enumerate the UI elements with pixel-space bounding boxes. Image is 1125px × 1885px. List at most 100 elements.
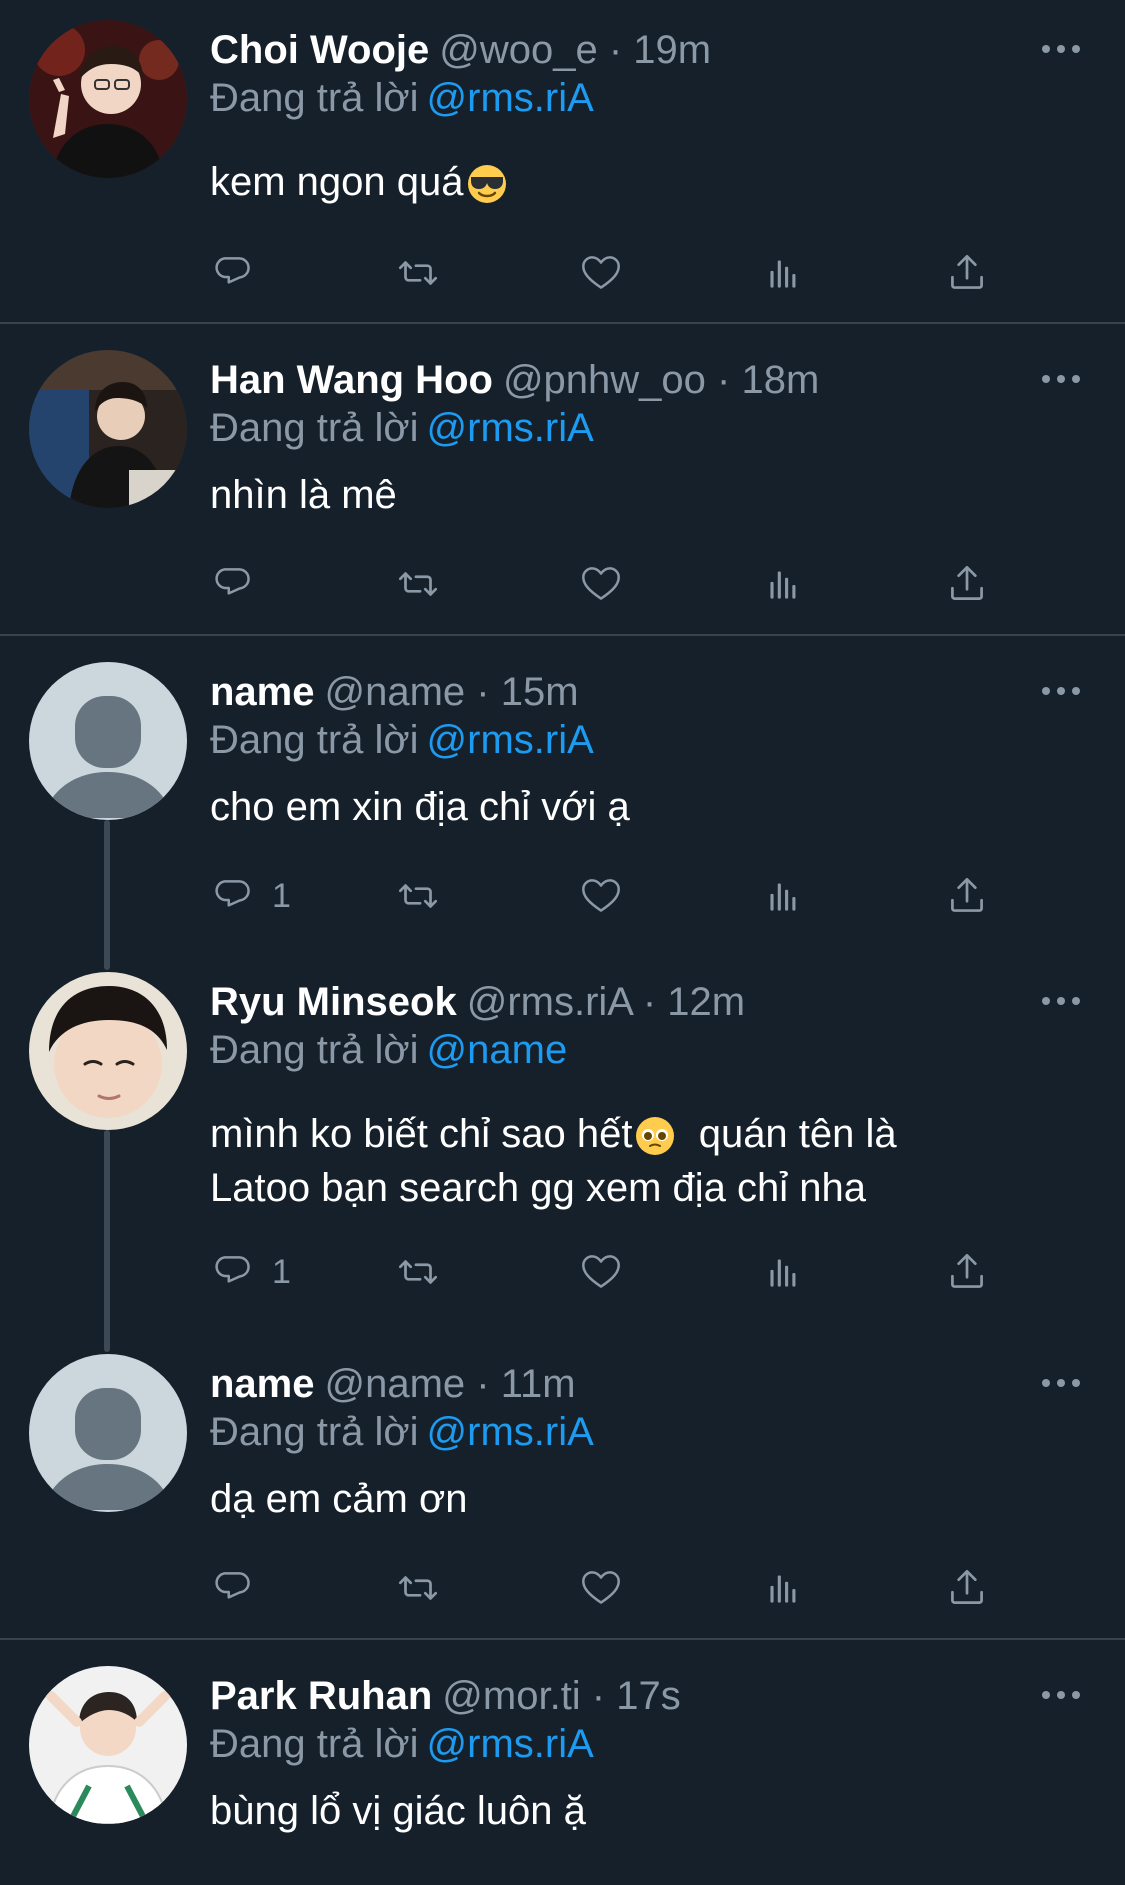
avatar[interactable] (29, 1666, 187, 1824)
mention-link[interactable]: @rms.riA (427, 1410, 594, 1454)
mention-link[interactable]: @rms.riA (427, 406, 594, 450)
retweet-icon (398, 1576, 438, 1600)
heart-icon (582, 256, 620, 289)
share-button[interactable] (942, 1244, 992, 1300)
tweet-text-content: cho em xin địa chỉ với ạ (210, 785, 630, 829)
reply-prefix: Đang trả lời (210, 1722, 419, 1766)
views-button[interactable] (759, 1244, 809, 1300)
avatar[interactable] (29, 1354, 187, 1512)
retweet-button[interactable] (393, 868, 443, 924)
tweet-text: dạ em cảm ơn (210, 1472, 1030, 1526)
retweet-icon (398, 1260, 438, 1284)
reply-context: Đang trả lời @rms.riA (210, 68, 594, 128)
display-name[interactable]: Choi Wooje (210, 28, 429, 72)
retweet-button[interactable] (393, 245, 443, 301)
mention-link[interactable]: @rms.riA (427, 1722, 594, 1766)
tweet-text-content: quán tên là (676, 1112, 897, 1156)
tweet-text-line: Latoo bạn search gg xem địa chỉ nha (210, 1161, 1030, 1215)
share-icon (951, 254, 983, 289)
retweet-icon (398, 884, 438, 908)
more-options-icon[interactable] (1040, 34, 1082, 64)
mention-link[interactable]: @rms.riA (427, 718, 594, 762)
more-options-icon[interactable] (1040, 1680, 1082, 1710)
tweet-text-content: nhìn là mê (210, 473, 397, 517)
avatar[interactable] (29, 350, 187, 508)
more-options-icon[interactable] (1040, 986, 1082, 1016)
stats-icon (770, 571, 796, 599)
reply-prefix: Đang trả lời (210, 1410, 419, 1454)
more-options-icon[interactable] (1040, 364, 1082, 394)
tweet-text: mình ko biết chỉ sao hết quán tên là Lat… (210, 1107, 1030, 1215)
mention-link[interactable]: @rms.riA (427, 76, 594, 120)
reply-icon (215, 257, 250, 284)
divider (0, 1638, 1125, 1640)
retweet-button[interactable] (393, 1244, 443, 1300)
views-button[interactable] (759, 868, 809, 924)
share-button[interactable] (942, 556, 992, 612)
share-icon (951, 1253, 983, 1288)
share-button[interactable] (942, 868, 992, 924)
divider (0, 322, 1125, 324)
tweet-text: cho em xin địa chỉ với ạ (210, 780, 1030, 834)
heart-icon (582, 1571, 620, 1604)
reply-icon (215, 1256, 250, 1283)
views-button[interactable] (759, 556, 809, 612)
reply-button[interactable]: 1 (210, 868, 291, 924)
handle-and-time: @name · 11m (324, 1362, 576, 1406)
reply-context: Đang trả lời @rms.riA (210, 1402, 594, 1462)
handle-and-time: @mor.ti · 17s (442, 1674, 681, 1718)
reply-prefix: Đang trả lời (210, 76, 419, 120)
stats-icon (770, 260, 796, 288)
divider (0, 634, 1125, 636)
more-options-icon[interactable] (1040, 1368, 1082, 1398)
display-name[interactable]: Han Wang Hoo (210, 358, 493, 402)
share-button[interactable] (942, 1560, 992, 1616)
reply-count: 1 (272, 1252, 291, 1291)
default-avatar-icon (29, 662, 187, 820)
reply-button[interactable]: 1 (210, 1244, 291, 1300)
avatar[interactable] (29, 662, 187, 820)
like-button[interactable] (576, 868, 626, 924)
tweet-text-content: bùng lổ vị giác luôn ặ (210, 1789, 586, 1833)
reply-button[interactable] (210, 556, 272, 612)
display-name[interactable]: name (210, 1362, 315, 1406)
tweet-text: kem ngon quá (210, 155, 1030, 209)
reply-context: Đang trả lời @rms.riA (210, 398, 594, 458)
reply-context: Đang trả lời @name (210, 1020, 567, 1080)
handle-and-time: @rms.riA · 12m (466, 980, 746, 1024)
like-button[interactable] (576, 556, 626, 612)
reply-button[interactable] (210, 245, 272, 301)
reply-prefix: Đang trả lời (210, 1028, 419, 1072)
display-name[interactable]: name (210, 670, 315, 714)
retweet-button[interactable] (393, 1560, 443, 1616)
share-button[interactable] (942, 245, 992, 301)
share-icon (951, 565, 983, 600)
tweet-actions: 1 (210, 868, 1010, 928)
retweet-button[interactable] (393, 556, 443, 612)
tweet-actions (210, 556, 1010, 616)
tweet-actions (210, 245, 1010, 305)
reply-prefix: Đang trả lời (210, 406, 419, 450)
avatar[interactable] (29, 972, 187, 1130)
reply-button[interactable] (210, 1560, 272, 1616)
pleading-face-icon (636, 1117, 675, 1156)
more-options-icon[interactable] (1040, 676, 1082, 706)
tweet-text-content: kem ngon quá (210, 160, 464, 204)
mention-link[interactable]: @name (427, 1028, 568, 1072)
stats-icon (770, 1259, 796, 1287)
display-name[interactable]: Ryu Minseok (210, 980, 457, 1024)
display-name[interactable]: Park Ruhan (210, 1674, 432, 1718)
like-button[interactable] (576, 1244, 626, 1300)
heart-icon (582, 879, 620, 912)
views-button[interactable] (759, 1560, 809, 1616)
thread-line (104, 1130, 110, 1352)
tweet-text-content: mình ko biết chỉ sao hết (210, 1112, 633, 1156)
like-button[interactable] (576, 1560, 626, 1616)
retweet-icon (398, 572, 438, 596)
tweet-text: nhìn là mê (210, 468, 1030, 522)
replies-feed: Choi Wooje @woo_e · 19m Đang trả lời @rms.… (0, 0, 1125, 1885)
tweet-text: bùng lổ vị giác luôn ặ (210, 1784, 1030, 1838)
avatar[interactable] (29, 20, 187, 178)
like-button[interactable] (576, 245, 626, 301)
views-button[interactable] (759, 245, 809, 301)
